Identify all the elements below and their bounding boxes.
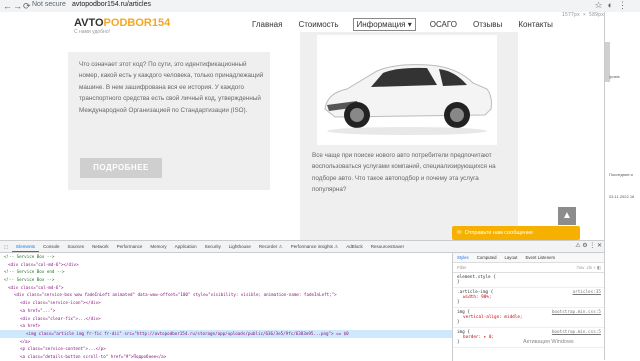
filter-options[interactable]: :hov .cls + ◧: [576, 263, 605, 272]
tab-sources[interactable]: Sources: [64, 241, 89, 252]
url-field[interactable]: avtopodbor154.ru/articles: [72, 1, 151, 8]
dom-line[interactable]: <div class="col-md-6">: [0, 284, 452, 292]
style-rule: element.style { }: [453, 273, 605, 288]
rule-close: }: [457, 300, 460, 305]
dom-line[interactable]: <div class="col-md-6"></div>: [0, 261, 452, 269]
rule-source[interactable]: articles:35: [573, 290, 601, 295]
rule-close: }: [457, 280, 460, 285]
background-window-lower: [604, 240, 640, 360]
bg-window-text: Последние и: [609, 172, 633, 177]
tab-adblock[interactable]: AdBlock: [342, 241, 367, 252]
tab-performance-insights[interactable]: Performance insights ⚠: [287, 241, 343, 252]
style-rule: img {bootstrap.min.css:5 vertical-align:…: [453, 308, 605, 328]
chat-widget[interactable]: ✉ Отправьте нам сообщение: [452, 226, 580, 240]
chat-label: Отправьте нам сообщение: [464, 230, 534, 236]
details-button[interactable]: ПОДРОБНЕЕ: [80, 158, 162, 178]
dom-line[interactable]: <!-- Service Box end -->: [0, 268, 452, 276]
dom-line[interactable]: <p class="service-content">...</p>: [0, 345, 452, 353]
nav-price[interactable]: Стоимость: [296, 18, 340, 31]
tab-event-listeners[interactable]: Event Listeners: [521, 253, 559, 262]
tab-application[interactable]: Application: [171, 241, 201, 252]
dom-line-selected[interactable]: <img class="article img fr-fic fr-dii" s…: [0, 329, 452, 338]
reload-icon[interactable]: ⟳: [23, 1, 31, 12]
devtools-controls[interactable]: ⚠ ⚙ ⋮ ✕: [575, 241, 602, 252]
security-indicator[interactable]: Not secure: [32, 1, 66, 8]
windows-activation-watermark: Активация Windows: [523, 339, 574, 346]
chat-icon: ✉: [457, 230, 462, 236]
article-excerpt: Все чаще при поиске нового авто потребит…: [312, 152, 496, 194]
main-nav: Главная Стоимость Информация ▾ ОСАГО Отз…: [250, 18, 555, 31]
logo-main: AVTO: [74, 17, 104, 29]
bg-window-text: 03.11.2022 16: [609, 194, 635, 199]
nav-info[interactable]: Информация ▾: [352, 18, 416, 31]
site-logo[interactable]: AVTOPODBOR154: [74, 17, 170, 29]
style-rule: .article-img {articles:35 width: 90%; }: [453, 288, 605, 308]
dom-line[interactable]: <a href>: [0, 322, 452, 330]
inspect-icon[interactable]: ⬚: [0, 241, 12, 252]
article-excerpt: Что означает этот код? По сути, это иден…: [79, 61, 264, 114]
tab-layout[interactable]: Layout: [501, 253, 522, 262]
devtools-panel: ⬚ Elements Console Sources Network Perfo…: [0, 240, 605, 361]
tab-lighthouse[interactable]: Lighthouse: [225, 241, 255, 252]
background-window: /posts Последние и 03.11.2022 16: [604, 12, 640, 240]
tab-security[interactable]: Security: [201, 241, 225, 252]
rule-source[interactable]: bootstrap.min.css:5: [552, 310, 601, 315]
tab-computed[interactable]: Computed: [473, 253, 501, 262]
logo-tagline: С нами удобно!: [74, 29, 110, 35]
devtools-tabs: ⬚ Elements Console Sources Network Perfo…: [0, 241, 604, 253]
dom-line[interactable]: <a class="details-button scroll-to" href…: [0, 353, 452, 361]
watermark-title: Активация Windows: [523, 339, 574, 345]
forward-icon[interactable]: →: [13, 1, 22, 11]
filter-input[interactable]: Filter: [457, 265, 467, 270]
car-image: [317, 35, 497, 145]
styles-tabs: Styles Computed Layout Event Listeners: [453, 253, 605, 263]
elements-tree: <!-- Service Box --> <div class="col-md-…: [0, 253, 452, 361]
nav-osago[interactable]: ОСАГО: [428, 18, 459, 31]
back-icon[interactable]: ←: [3, 1, 12, 11]
tab-recorder[interactable]: Recorder ⚠: [255, 241, 287, 252]
tab-resourcessaver[interactable]: ResourcesSaver: [367, 241, 408, 252]
tab-performance[interactable]: Performance: [113, 241, 147, 252]
dom-line[interactable]: <div class="clear-fix">...</div>: [0, 315, 452, 323]
tab-network[interactable]: Network: [88, 241, 113, 252]
tab-memory[interactable]: Memory: [146, 241, 170, 252]
viewport-size-label: 1577px × 589px: [561, 12, 604, 18]
rule-close: }: [457, 320, 460, 325]
dom-line[interactable]: </a>: [0, 338, 452, 346]
tab-console[interactable]: Console: [39, 241, 64, 252]
dom-line[interactable]: <div class="service-icon"></div>: [0, 299, 452, 307]
bg-window-text: /posts: [609, 74, 620, 79]
dom-line[interactable]: <!-- Service Box -->: [0, 253, 452, 261]
nav-home[interactable]: Главная: [250, 18, 284, 31]
browser-toolbar-icons[interactable]: ☆◐⋮: [594, 0, 632, 11]
dom-line[interactable]: <div class="service-box wow fadeInLeft a…: [0, 291, 452, 299]
tab-styles[interactable]: Styles: [453, 253, 473, 262]
styles-filter[interactable]: Filter :hov .cls + ◧: [453, 263, 605, 273]
article-card-autopodbor: Все чаще при поиске нового авто потребит…: [300, 32, 518, 240]
dom-line[interactable]: <a href="...">: [0, 307, 452, 315]
scroll-to-top-button[interactable]: ▲: [558, 207, 576, 225]
rule-source[interactable]: bootstrap.min.css:5: [552, 330, 601, 335]
nav-contacts[interactable]: Контакты: [516, 18, 555, 31]
rule-selector: element.style {: [457, 275, 496, 280]
dom-line[interactable]: <!-- Service Box -->: [0, 276, 452, 284]
website-viewport: AVTOPODBOR154 С нами удобно! 1577px × 58…: [0, 12, 604, 240]
nav-reviews[interactable]: Отзывы: [471, 18, 504, 31]
tab-elements[interactable]: Elements: [12, 241, 40, 252]
logo-brand: PODBOR154: [103, 17, 171, 29]
